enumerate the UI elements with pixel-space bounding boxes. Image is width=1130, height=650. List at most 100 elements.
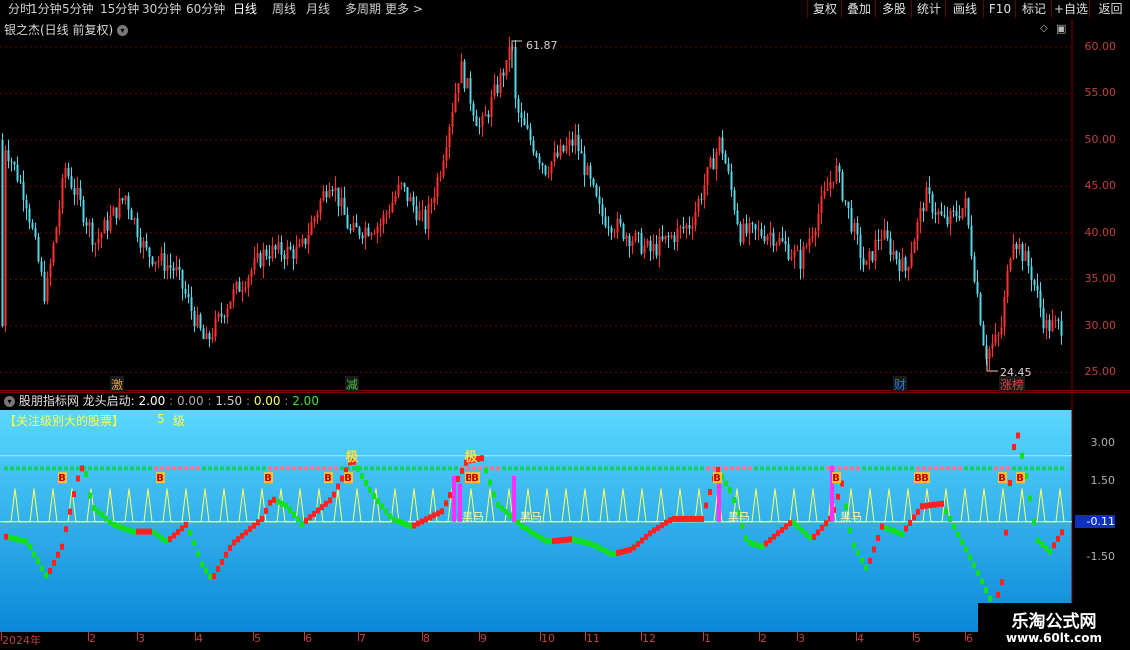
oscillator-step	[752, 541, 756, 548]
candle-body	[991, 343, 994, 349]
band-segment	[178, 466, 182, 471]
chevron-down-icon[interactable]: ▾	[117, 25, 129, 36]
buy-marker-label: B	[921, 473, 929, 484]
toolbar-button-3[interactable]: 统计	[911, 0, 946, 18]
oscillator-step	[396, 518, 400, 525]
x-tick-8: 9	[480, 632, 487, 645]
band-segment	[28, 466, 32, 471]
period-tab-2[interactable]: 5分钟	[62, 1, 94, 18]
oscillator-step	[668, 517, 672, 524]
candle-body	[823, 190, 826, 197]
band-segment	[166, 466, 170, 471]
main-chart-pane[interactable]: 银之杰(日线 前复权) ▾ ◇ ▣ 60.00 55.00 50.00 45.00 40…	[0, 19, 1130, 393]
oscillator-step	[1028, 495, 1032, 502]
candle-body	[943, 214, 946, 217]
candle-body	[322, 191, 325, 201]
candle-body	[154, 261, 157, 265]
oscillator-step	[872, 546, 876, 553]
oscillator-step	[1056, 535, 1060, 542]
candle-body	[616, 218, 619, 233]
candle-body	[499, 72, 502, 93]
period-tab-3[interactable]: 15分钟	[100, 1, 139, 18]
oscillator-step	[624, 547, 628, 554]
candle-body	[469, 78, 472, 104]
candle-body	[361, 235, 364, 239]
period-tab-5[interactable]: 60分钟	[186, 1, 225, 18]
toolbar-button-1[interactable]: 叠加	[841, 0, 876, 18]
oscillator-step	[584, 539, 588, 546]
window-toggle-icon[interactable]: ▣	[1056, 22, 1066, 35]
oscillator-step	[1012, 444, 1016, 451]
toolbar-button-0[interactable]: 复权	[807, 0, 842, 18]
period-tab-4[interactable]: 30分钟	[142, 1, 181, 18]
indicator-value-4: 0.00	[253, 394, 281, 408]
candle-body	[622, 223, 625, 240]
candle-body	[217, 313, 220, 318]
event-marker-3[interactable]: 涨榜	[999, 376, 1026, 393]
toolbar-button-7[interactable]: +自选	[1051, 0, 1090, 18]
band-segment	[964, 466, 968, 471]
toolbar-button-4[interactable]: 画线	[945, 0, 984, 18]
band-segment	[598, 466, 602, 471]
band-segment	[334, 466, 338, 471]
oscillator-step	[988, 595, 992, 602]
band-segment	[1012, 466, 1016, 471]
candle-body	[394, 195, 397, 203]
candle-body	[694, 211, 697, 227]
candle-body	[580, 150, 583, 154]
band-segment	[490, 466, 494, 471]
candle-body	[733, 190, 736, 211]
big-marker-label: 极	[464, 449, 478, 465]
oscillator-step	[456, 475, 460, 482]
x-tick-1: 2	[89, 632, 96, 645]
oscillator-step	[1016, 432, 1020, 439]
band-segment	[148, 466, 152, 471]
candle-body	[919, 207, 922, 222]
oscillator-step	[888, 526, 892, 533]
event-marker-1[interactable]: 减	[345, 376, 360, 393]
band-segment	[304, 466, 308, 471]
band-segment	[580, 466, 584, 471]
toolbar-button-2[interactable]: 多股	[875, 0, 912, 18]
oscillator-step	[936, 501, 940, 508]
event-marker-2[interactable]: 财	[893, 376, 908, 393]
candle-body	[547, 173, 550, 175]
indicator-pane[interactable]: B B B B B B B B B B B B B 极极黑马 黑马 黑马 黑马 ▾ 股朋指标网 龙头启动: 2.…	[0, 392, 1130, 632]
toolbar-button-5[interactable]: F10	[983, 0, 1016, 18]
oscillator-step	[376, 498, 380, 505]
candle-body	[40, 261, 43, 272]
candle-body	[928, 187, 931, 195]
candle-body	[214, 317, 217, 337]
period-tab-0[interactable]: 分时	[8, 1, 32, 18]
candlestick-chart[interactable]	[0, 19, 1130, 391]
period-tab-10[interactable]: 更多 >	[385, 1, 423, 18]
oscillator-step	[980, 578, 984, 585]
oscillator-step	[608, 550, 612, 557]
diamond-icon[interactable]: ◇	[1040, 23, 1048, 34]
buy-marker-label: B	[998, 473, 1006, 484]
oscillator-step	[792, 520, 796, 527]
candle-body	[43, 271, 46, 302]
toolbar-button-8[interactable]: 返回	[1089, 0, 1130, 18]
candle-body	[730, 171, 733, 191]
period-tab-1[interactable]: 1分钟	[30, 1, 62, 18]
oscillator-step	[1032, 518, 1036, 525]
indicator-level-number: 5	[157, 412, 165, 426]
candle-body	[772, 232, 775, 246]
oscillator-step	[88, 492, 92, 499]
band-segment	[130, 466, 134, 471]
indicator-chart[interactable]: B B B B B BB B B B B B B极 极黑马 黑马 黑马 黑马	[0, 392, 1130, 632]
oscillator-step	[140, 528, 144, 535]
candle-body	[871, 251, 874, 261]
band-segment	[436, 466, 440, 471]
candle-body	[532, 140, 535, 153]
period-tab-6[interactable]: 日线	[233, 1, 257, 18]
period-tab-8[interactable]: 月线	[306, 1, 330, 18]
event-marker-0[interactable]: 激	[110, 376, 125, 393]
chevron-down-icon[interactable]: ▾	[4, 396, 15, 407]
period-tab-9[interactable]: 多周期	[345, 1, 381, 18]
candle-body	[1030, 266, 1033, 281]
period-tab-7[interactable]: 周线	[272, 1, 296, 18]
toolbar-button-6[interactable]: 标记	[1015, 0, 1052, 18]
candle-body	[1018, 244, 1021, 250]
